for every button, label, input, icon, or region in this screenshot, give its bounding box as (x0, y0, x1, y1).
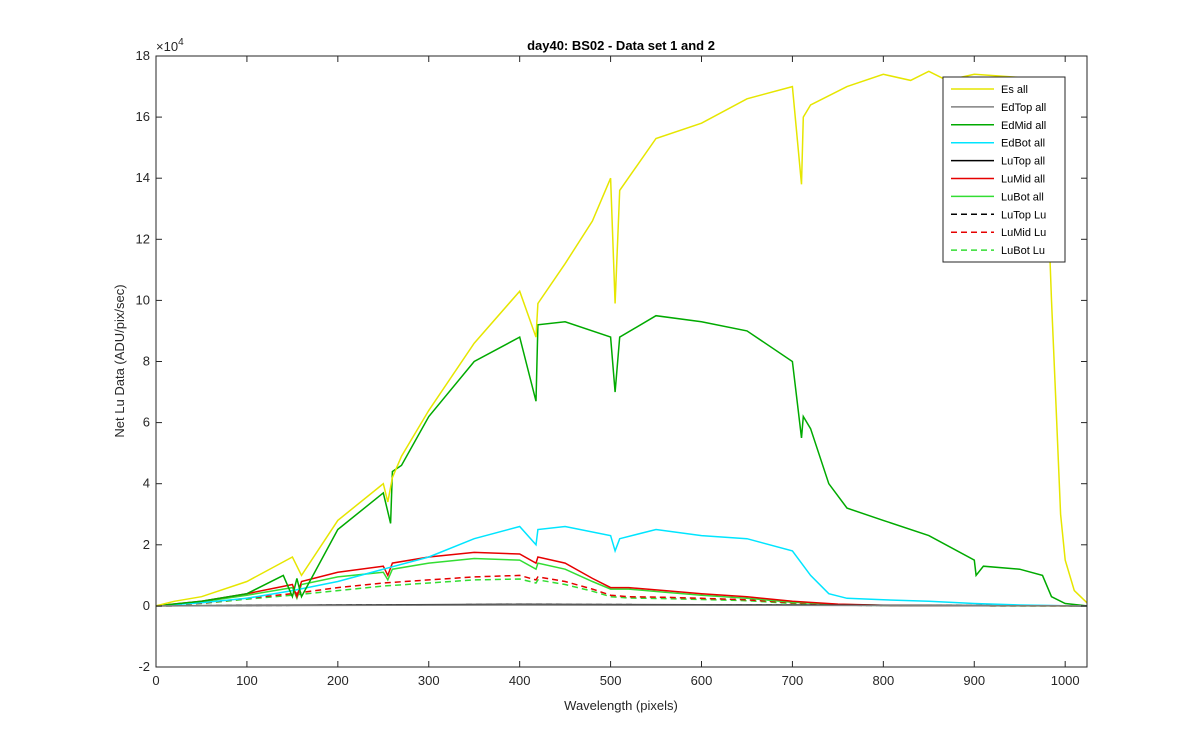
legend: Es all EdTop all EdMid all EdBot all LuTop a… (942, 76, 1066, 263)
x-tick-label: 900 (963, 673, 985, 688)
legend-label: LuMid Lu (1001, 227, 1046, 239)
x-tick-label: 400 (509, 673, 531, 688)
y-exponent-label: ×104 (156, 37, 184, 54)
x-tick-label: 1000 (1051, 673, 1080, 688)
series-line-1 (155, 604, 1088, 607)
y-tick-label: 0 (143, 598, 150, 613)
legend-label: EdTop all (1001, 102, 1046, 114)
y-tick-label: 6 (143, 415, 150, 430)
chart-title: day40: BS02 - Data set 1 and 2 (527, 38, 715, 53)
legend-label: EdMid all (1001, 120, 1046, 132)
x-tick-label: 200 (327, 673, 349, 688)
legend-label: Es all (1001, 84, 1028, 96)
x-tick-label: 100 (236, 673, 258, 688)
y-tick-label: 10 (136, 292, 150, 307)
legend-label: LuTop all (1001, 156, 1045, 168)
y-tick-label: 8 (143, 354, 150, 369)
legend-label: LuBot all (1001, 191, 1044, 203)
y-tick-label: -2 (138, 659, 150, 674)
y-tick-label: 12 (136, 231, 150, 246)
x-tick-label: 500 (600, 673, 622, 688)
legend-label: LuBot Lu (1001, 245, 1045, 257)
legend-label: LuTop Lu (1001, 209, 1046, 221)
y-axis-label: Net Lu Data (ADU/pix/sec) (112, 284, 127, 437)
y-tick-label: 18 (136, 48, 150, 63)
y-exponent-base: ×10 (156, 39, 178, 54)
y-tick-label: 14 (136, 170, 150, 185)
line-chart: 0 100 200 300 400 500 600 700 800 900 1000 -202468… (112, 37, 1088, 713)
x-tick-label: 800 (872, 673, 894, 688)
legend-label: LuMid all (1001, 174, 1045, 186)
x-tick-label: 0 (152, 673, 159, 688)
x-tick-label: 600 (691, 673, 713, 688)
x-tick-label: 300 (418, 673, 440, 688)
y-tick-label: 2 (143, 537, 150, 552)
x-axis-label: Wavelength (pixels) (564, 698, 678, 713)
y-exponent-power: 4 (178, 37, 184, 48)
y-tick-label: 16 (136, 109, 150, 124)
legend-label: EdBot all (1001, 138, 1045, 150)
y-tick-label: 4 (143, 476, 150, 491)
x-tick-label: 700 (782, 673, 804, 688)
